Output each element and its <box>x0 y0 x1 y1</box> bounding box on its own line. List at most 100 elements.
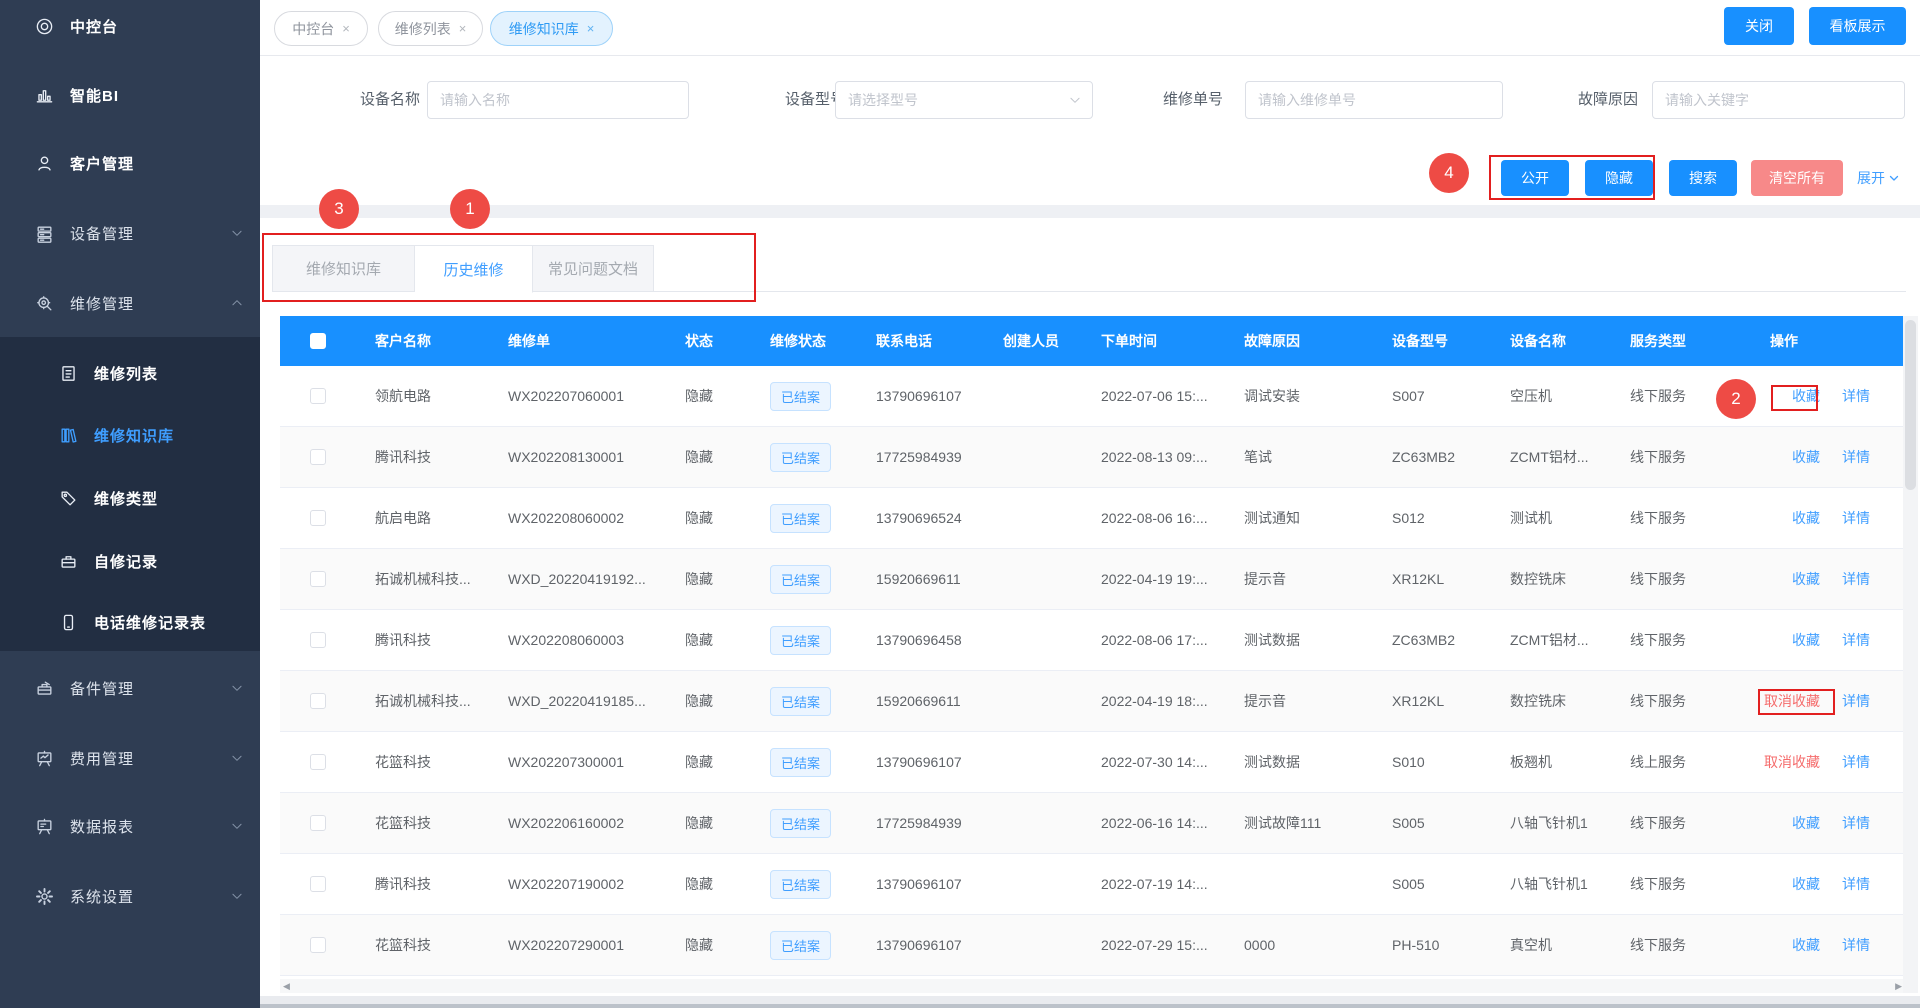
sidebar-item-11[interactable]: 费用管理 <box>0 738 260 778</box>
scroll-right-icon[interactable]: ▶ <box>1895 982 1902 991</box>
filter-input-3[interactable]: 请输入关键字 <box>1652 81 1905 119</box>
column-header-11: 服务类型 <box>1610 331 1750 351</box>
close-icon[interactable]: × <box>342 21 350 36</box>
row-checkbox[interactable] <box>310 571 326 587</box>
sidebar-item-label: 系统设置 <box>70 886 134 907</box>
detail-link[interactable]: 详情 <box>1842 691 1870 711</box>
board-display-button[interactable]: 看板展示 <box>1809 7 1906 45</box>
row-checkbox[interactable] <box>310 510 326 526</box>
sidebar-item-10[interactable]: 备件管理 <box>0 668 260 708</box>
column-header-8: 故障原因 <box>1224 331 1372 351</box>
favorite-link[interactable]: 收藏 <box>1792 935 1820 955</box>
sidebar-item-label: 维修知识库 <box>94 425 174 446</box>
sidebar-item-3[interactable]: 设备管理 <box>0 213 260 253</box>
nav-tag-0[interactable]: 中控台 × <box>274 11 368 46</box>
cell-time: 2022-07-29 15:... <box>1081 937 1224 953</box>
sidebar-item-0[interactable]: 中控台 <box>0 6 260 46</box>
favorite-link[interactable]: 收藏 <box>1792 813 1820 833</box>
cell-status: 隐藏 <box>665 691 750 711</box>
detail-link[interactable]: 详情 <box>1842 386 1870 406</box>
detail-link[interactable]: 详情 <box>1842 630 1870 650</box>
favorite-link[interactable]: 收藏 <box>1792 508 1820 528</box>
row-checkbox[interactable] <box>310 632 326 648</box>
expand-link[interactable]: 展开 <box>1857 168 1900 188</box>
column-header-7: 下单时间 <box>1081 331 1224 351</box>
row-checkbox[interactable] <box>310 937 326 953</box>
cell-fault: 测试通知 <box>1224 508 1372 528</box>
scroll-left-icon[interactable]: ◀ <box>283 982 290 991</box>
detail-link[interactable]: 详情 <box>1842 447 1870 467</box>
cell-model: ZC63MB2 <box>1372 449 1490 465</box>
row-checkbox[interactable] <box>310 449 326 465</box>
sidebar-item-12[interactable]: 数据报表 <box>0 806 260 846</box>
cell-phone: 13790696107 <box>856 937 983 953</box>
filter-input-2[interactable]: 请输入维修单号 <box>1245 81 1503 119</box>
cell-repair-status: 已结案 <box>750 809 856 838</box>
filter-input-0[interactable]: 请输入名称 <box>427 81 689 119</box>
nav-tag-label: 中控台 <box>292 19 334 39</box>
row-select-cell <box>280 754 355 770</box>
cell-model: XR12KL <box>1372 693 1490 709</box>
row-select-cell <box>280 449 355 465</box>
annotation-tabs-highlight-box <box>262 233 756 302</box>
cell-service: 线下服务 <box>1610 813 1750 833</box>
close-icon[interactable]: × <box>459 21 467 36</box>
sidebar-item-4[interactable]: 维修管理 <box>0 283 260 323</box>
sidebar-item-9[interactable]: 电话维修记录表 <box>0 602 260 642</box>
cell-phone: 13790696107 <box>856 754 983 770</box>
detail-link[interactable]: 详情 <box>1842 813 1870 833</box>
cell-repair-status: 已结案 <box>750 931 856 960</box>
detail-link[interactable]: 详情 <box>1842 569 1870 589</box>
header-select-cell[interactable] <box>280 333 355 349</box>
select-all-checkbox[interactable] <box>310 333 326 349</box>
close-button[interactable]: 关闭 <box>1724 7 1794 45</box>
sidebar-item-8[interactable]: 自修记录 <box>0 541 260 581</box>
sidebar-item-13[interactable]: 系统设置 <box>0 876 260 916</box>
cell-model: S012 <box>1372 510 1490 526</box>
favorite-link[interactable]: 收藏 <box>1792 569 1820 589</box>
cell-actions: 取消收藏 详情 <box>1750 752 1905 772</box>
cell-model: S005 <box>1372 876 1490 892</box>
row-select-cell <box>280 815 355 831</box>
detail-link[interactable]: 详情 <box>1842 752 1870 772</box>
row-checkbox[interactable] <box>310 693 326 709</box>
nav-tag-1[interactable]: 维修列表 × <box>378 11 483 46</box>
row-checkbox[interactable] <box>310 754 326 770</box>
row-checkbox[interactable] <box>310 876 326 892</box>
favorite-link[interactable]: 取消收藏 <box>1764 752 1820 772</box>
report-icon <box>34 816 54 836</box>
sidebar-item-5[interactable]: 维修列表 <box>0 353 260 393</box>
favorite-link[interactable]: 收藏 <box>1792 630 1820 650</box>
sidebar-item-label: 设备管理 <box>70 223 134 244</box>
cell-phone: 13790696524 <box>856 510 983 526</box>
clear-all-button[interactable]: 清空所有 <box>1751 160 1843 196</box>
cell-phone: 15920669611 <box>856 693 983 709</box>
column-header-2: 维修单 <box>488 331 665 351</box>
search-button[interactable]: 搜索 <box>1669 160 1737 196</box>
cell-order: WXD_20220419192... <box>488 571 665 587</box>
row-checkbox[interactable] <box>310 815 326 831</box>
sidebar-item-1[interactable]: 智能BI <box>0 75 260 115</box>
nav-tag-2[interactable]: 维修知识库 × <box>490 11 613 46</box>
cell-model: PH-510 <box>1372 937 1490 953</box>
detail-link[interactable]: 详情 <box>1842 935 1870 955</box>
favorite-link[interactable]: 收藏 <box>1792 447 1820 467</box>
vertical-scrollbar[interactable] <box>1903 316 1918 993</box>
favorite-link[interactable]: 收藏 <box>1792 874 1820 894</box>
detail-link[interactable]: 详情 <box>1842 874 1870 894</box>
app-window: 中控台 智能BI 客户管理 设备管理 维修管理 维修列表 维修知识库 维修类型 … <box>0 0 1920 1008</box>
filter-select-1[interactable]: 请选择型号 <box>835 81 1093 119</box>
sidebar-item-7[interactable]: 维修类型 <box>0 478 260 518</box>
status-badge: 已结案 <box>770 809 831 838</box>
vertical-scrollbar-thumb[interactable] <box>1905 320 1916 490</box>
row-select-cell <box>280 876 355 892</box>
horizontal-scrollbar[interactable]: ◀ ▶ <box>280 979 1905 993</box>
row-checkbox[interactable] <box>310 388 326 404</box>
sidebar-item-2[interactable]: 客户管理 <box>0 143 260 183</box>
annotation-circle-1: 1 <box>450 189 490 229</box>
sidebar-item-6[interactable]: 维修知识库 <box>0 415 260 455</box>
cell-customer: 腾讯科技 <box>355 447 488 467</box>
close-icon[interactable]: × <box>587 21 595 36</box>
status-badge: 已结案 <box>770 931 831 960</box>
detail-link[interactable]: 详情 <box>1842 508 1870 528</box>
